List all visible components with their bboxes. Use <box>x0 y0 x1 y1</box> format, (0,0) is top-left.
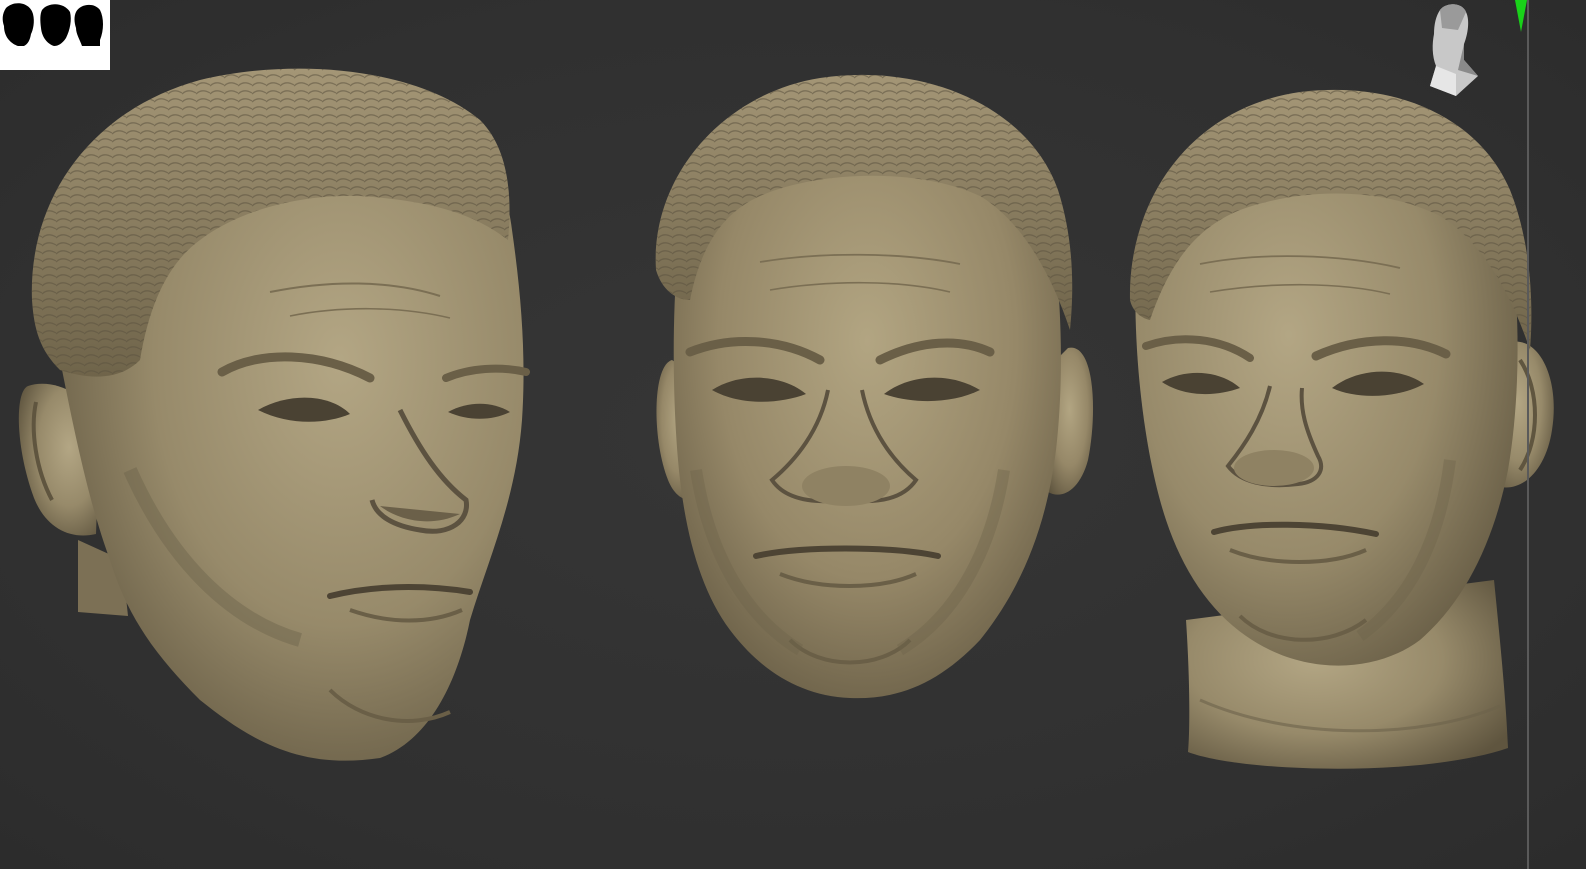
head-sculpt-three-quarter-right-with-neck[interactable] <box>1129 89 1554 769</box>
viewport-right-edge <box>1527 0 1529 869</box>
orientation-gizmo[interactable] <box>1418 0 1488 100</box>
viewport[interactable] <box>0 0 1586 869</box>
head-sculpt-front[interactable] <box>655 74 1094 699</box>
orientation-head-gizmo-icon <box>1430 4 1478 96</box>
sculpt-scene[interactable] <box>0 0 1586 869</box>
head-sculpt-three-quarter-left[interactable] <box>18 68 530 761</box>
